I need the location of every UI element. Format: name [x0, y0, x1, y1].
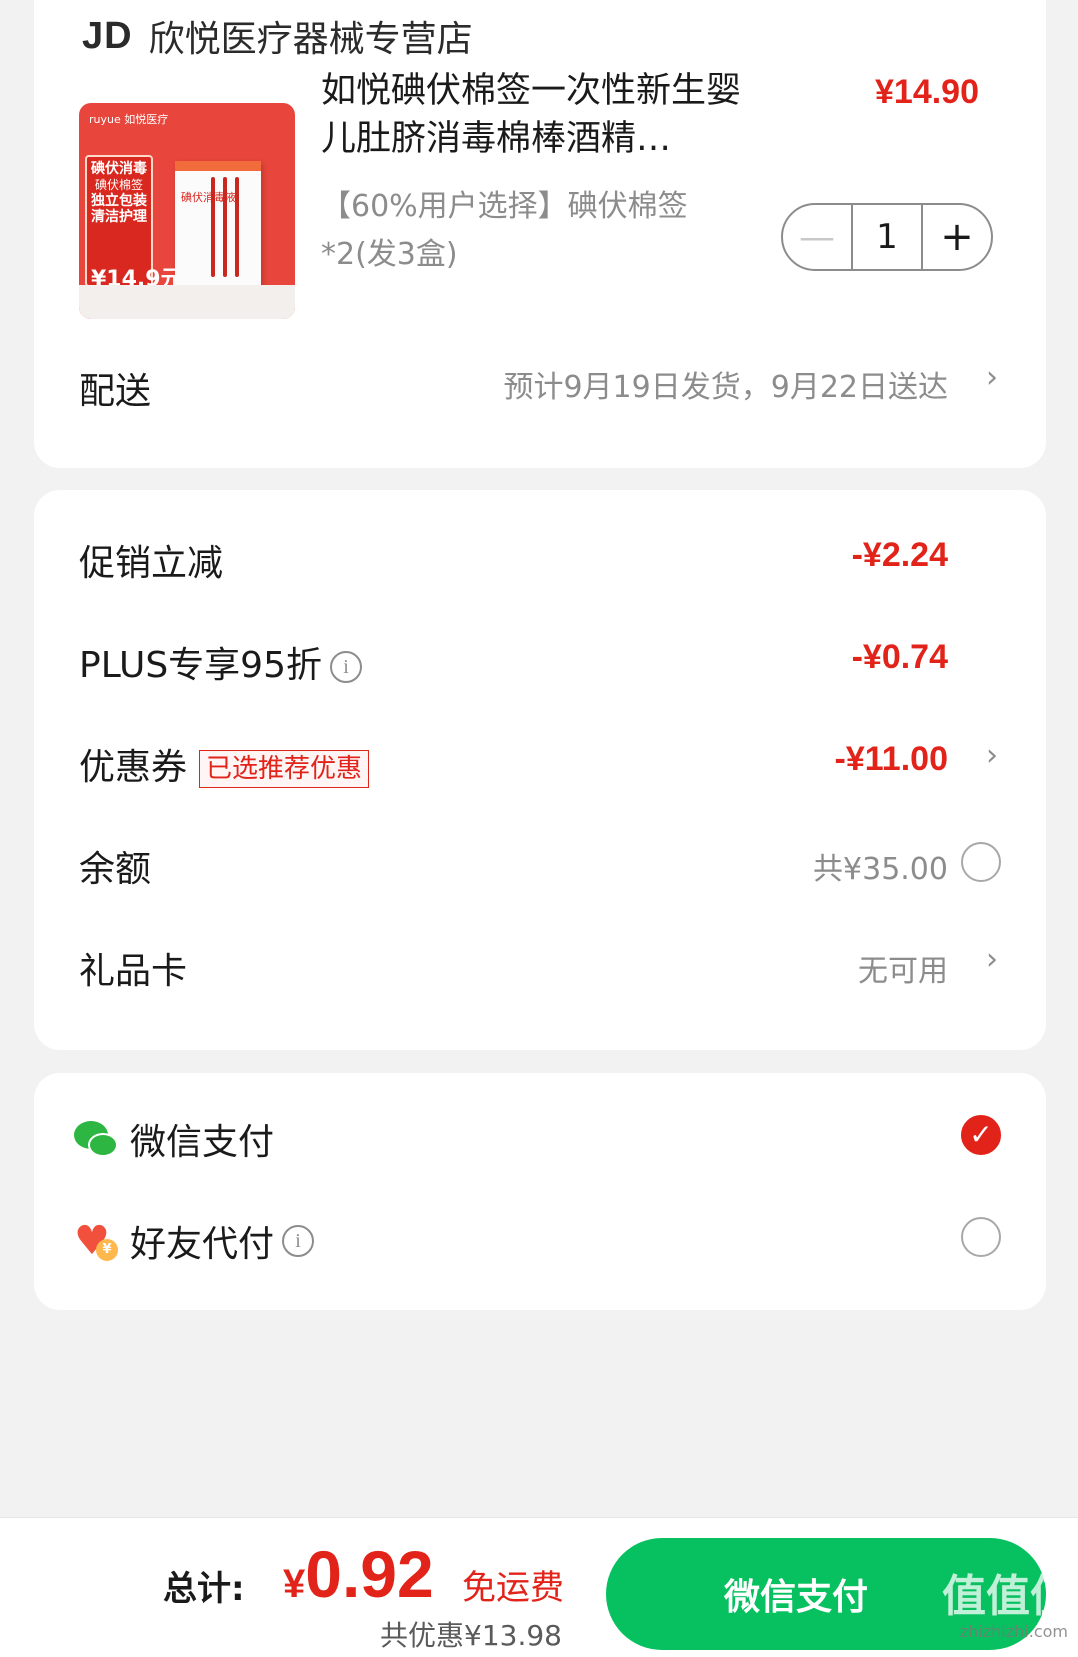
- shop-name[interactable]: 欣悦医疗器械专营店: [149, 10, 473, 62]
- swab-stick: [211, 177, 215, 277]
- thumb-brand-text: ruyue 如悦医疗: [89, 113, 169, 126]
- promo-amount: -¥2.24: [851, 536, 948, 574]
- total-amount: ¥0.92: [283, 1536, 434, 1612]
- increase-quantity-button[interactable]: +: [923, 205, 991, 269]
- order-item-card: JD 欣悦医疗器械专营店 ruyue 如悦医疗 碘伏消毒 碘伏棉签 独立包装 清…: [34, 0, 1046, 468]
- thumb-badge-line3: 独立包装: [91, 193, 147, 209]
- product-image[interactable]: ruyue 如悦医疗 碘伏消毒 碘伏棉签 独立包装 清洁护理 ¥14.9元 碘伏…: [79, 103, 295, 319]
- balance-radio[interactable]: [961, 842, 1001, 882]
- thumb-badge-line4: 清洁护理: [91, 209, 147, 225]
- discounts-card: 促销立减 -¥2.24 PLUS专享95折 i -¥0.74 优惠券 已选推荐优惠 …: [34, 490, 1046, 1050]
- jd-logo: JD: [82, 14, 133, 57]
- free-shipping-label: 免运费: [462, 1568, 564, 1608]
- decrease-quantity-button[interactable]: —: [783, 205, 851, 269]
- thumb-floor: [79, 285, 295, 319]
- quantity-stepper: — 1 +: [781, 203, 993, 271]
- product-spec[interactable]: 【60%用户选择】碘伏棉签*2(发3盒): [321, 183, 751, 279]
- checkout-bar: 总计: ¥0.92 免运费 共优惠¥13.98 微信支付 值值值 zhizhiz…: [0, 1517, 1078, 1657]
- thumb-product-box: 碘伏消毒液: [175, 161, 261, 289]
- chevron-right-icon[interactable]: ›: [986, 942, 998, 977]
- heart-yen-icon: ♥ ¥: [74, 1221, 118, 1261]
- giftcard-value[interactable]: 无可用: [858, 946, 948, 990]
- friend-pay-option[interactable]: ♥ ¥ 好友代付 i: [74, 1215, 315, 1267]
- wechat-pay-option[interactable]: 微信支付: [74, 1113, 274, 1165]
- delivery-label: 配送: [79, 371, 152, 412]
- wechat-pay-label: 微信支付: [130, 1122, 275, 1163]
- balance-label: 余额: [79, 849, 152, 890]
- plus-discount-amount: -¥0.74: [851, 638, 948, 676]
- watermark: 值值值: [942, 1571, 1074, 1622]
- thumb-box-text: 碘伏消毒液: [181, 191, 236, 204]
- chevron-right-icon[interactable]: ›: [986, 738, 998, 773]
- quantity-value[interactable]: 1: [851, 205, 923, 269]
- coupon-amount[interactable]: -¥11.00: [835, 740, 948, 779]
- chevron-right-icon[interactable]: ›: [986, 360, 998, 395]
- coupon-tag: 已选推荐优惠: [199, 750, 370, 788]
- product-title[interactable]: 如悦碘伏棉签一次性新生婴儿肚脐消毒棉棒酒精…: [321, 67, 741, 163]
- info-icon[interactable]: i: [282, 1225, 315, 1257]
- currency-symbol: ¥: [283, 1562, 306, 1606]
- giftcard-label: 礼品卡: [79, 951, 188, 992]
- info-icon[interactable]: i: [329, 651, 362, 683]
- plus-discount-label: PLUS专享95折: [79, 645, 322, 686]
- plus-discount-row: PLUS专享95折 i: [79, 636, 362, 688]
- delivery-estimate[interactable]: 预计9月19日发货，9月22日送达: [503, 362, 948, 406]
- watermark-url: zhizhizhi.com: [959, 1622, 1068, 1641]
- product-price: ¥14.90: [875, 73, 979, 111]
- friend-pay-label: 好友代付: [130, 1224, 275, 1265]
- coupon-row[interactable]: 优惠券 已选推荐优惠: [79, 738, 370, 790]
- total-label: 总计:: [163, 1569, 245, 1609]
- balance-value: 共¥35.00: [813, 852, 948, 887]
- payment-method-card: 微信支付 ✓ ♥ ¥ 好友代付 i: [34, 1073, 1046, 1310]
- thumb-badge-title: 碘伏消毒: [91, 161, 147, 177]
- thumb-badge-subtitle: 碘伏棉签: [94, 178, 143, 192]
- swab-stick: [223, 177, 227, 277]
- shop-header[interactable]: JD 欣悦医疗器械专营店: [82, 10, 473, 62]
- friend-pay-radio[interactable]: [961, 1217, 1001, 1257]
- total-savings[interactable]: 共优惠¥13.98: [380, 1614, 562, 1654]
- wechat-pay-icon: [74, 1119, 118, 1159]
- coupon-label: 优惠券: [79, 747, 188, 788]
- wechat-pay-check-icon[interactable]: ✓: [961, 1115, 1001, 1155]
- total-value: 0.92: [305, 1537, 434, 1611]
- promo-label: 促销立减: [79, 543, 224, 584]
- swab-stick: [235, 177, 239, 277]
